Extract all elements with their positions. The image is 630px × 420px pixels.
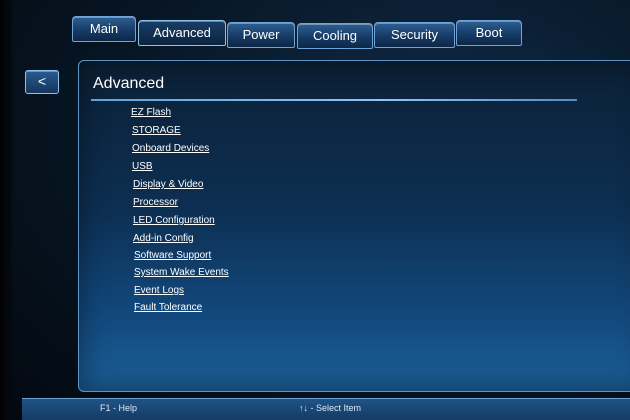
bios-screen: Main Advanced Power Cooling Security Boo… — [0, 0, 630, 420]
tab-boot[interactable]: Boot — [456, 20, 522, 46]
monitor-bezel — [0, 0, 14, 420]
tab-main[interactable]: Main — [72, 16, 136, 42]
back-button[interactable]: < — [25, 70, 59, 94]
tab-bar: Main Advanced Power Cooling Security Boo… — [70, 16, 530, 49]
tab-power[interactable]: Power — [227, 22, 295, 48]
help-hint: F1 - Help — [100, 403, 138, 413]
tab-cooling[interactable]: Cooling — [297, 23, 373, 49]
menu-item-software-support[interactable]: Software Support — [134, 248, 211, 263]
status-bar: F1 - Help ↑↓ - Select Item — [22, 398, 630, 420]
menu-item-add-in-config[interactable]: Add-in Config — [133, 231, 194, 246]
advanced-panel: Advanced EZ Flash STORAGE Onboard Device… — [78, 60, 630, 392]
menu-item-storage[interactable]: STORAGE — [132, 123, 181, 138]
page-title: Advanced — [93, 75, 165, 92]
menu-item-system-wake-events[interactable]: System Wake Events — [134, 265, 229, 280]
tab-security[interactable]: Security — [374, 22, 455, 48]
menu-item-led-configuration[interactable]: LED Configuration — [133, 213, 215, 228]
menu-item-processor[interactable]: Processor — [133, 195, 178, 210]
title-divider — [91, 99, 577, 101]
menu-item-event-logs[interactable]: Event Logs — [134, 283, 184, 298]
menu-item-display-video[interactable]: Display & Video — [133, 177, 203, 192]
menu-item-usb[interactable]: USB — [132, 159, 153, 174]
menu-item-ez-flash[interactable]: EZ Flash — [131, 105, 171, 120]
menu-item-onboard-devices[interactable]: Onboard Devices — [132, 141, 209, 156]
tab-advanced[interactable]: Advanced — [138, 20, 226, 46]
menu-item-fault-tolerance[interactable]: Fault Tolerance — [134, 300, 202, 315]
select-item-hint: ↑↓ - Select Item — [299, 403, 362, 413]
